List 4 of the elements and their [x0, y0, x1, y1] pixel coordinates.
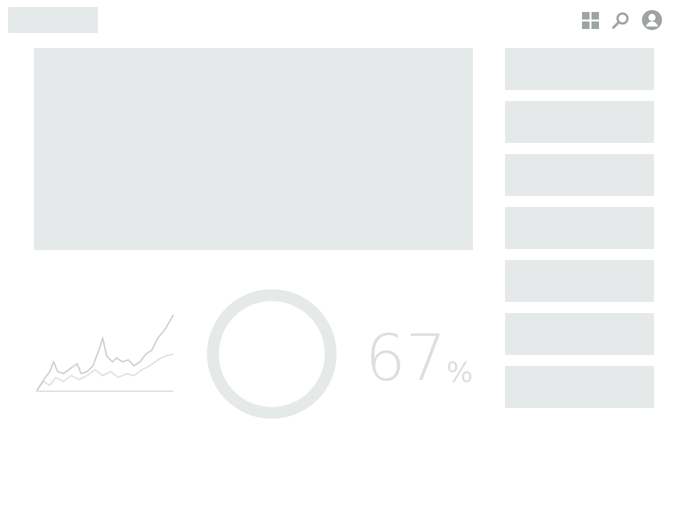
search-icon[interactable] — [612, 12, 629, 28]
percentage-unit: % — [446, 359, 473, 387]
grid-icon[interactable] — [582, 12, 599, 28]
user-icon[interactable] — [642, 10, 662, 30]
